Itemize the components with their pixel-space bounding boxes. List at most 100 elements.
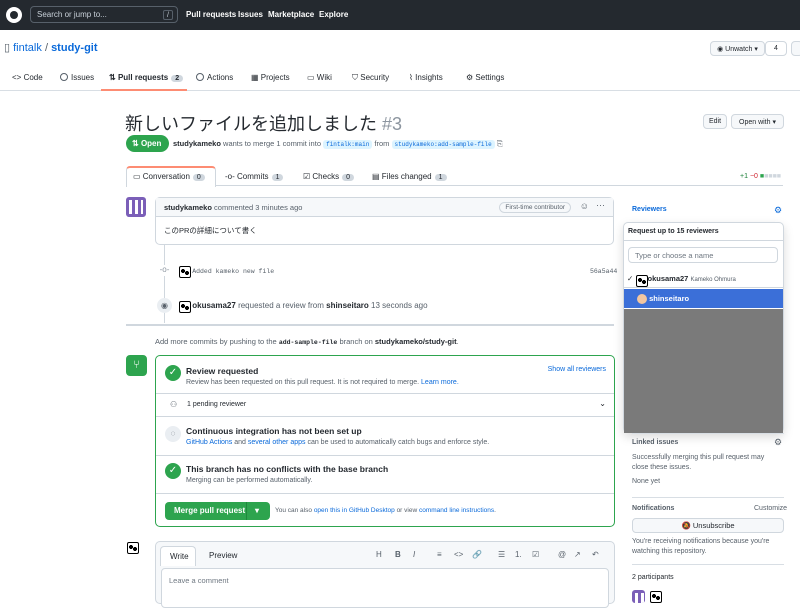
- comment-time[interactable]: commented 3 minutes ago: [214, 203, 302, 212]
- nav-issues[interactable]: Issues: [238, 10, 263, 19]
- event-time[interactable]: 13 seconds ago: [371, 301, 428, 310]
- saved-reply-icon[interactable]: ↶: [592, 550, 599, 559]
- learn-more-link[interactable]: Learn more.: [421, 379, 459, 386]
- push-hint-repo[interactable]: studykameko/study-git: [375, 337, 457, 346]
- tab-checks[interactable]: ☑ Checks 0: [303, 172, 354, 181]
- tab-commits[interactable]: -o- Commits 1: [225, 172, 284, 181]
- other-apps-link[interactable]: several other apps: [248, 439, 306, 446]
- customize-link[interactable]: Customize: [754, 505, 787, 512]
- search-input[interactable]: Search or jump to... /: [30, 6, 178, 23]
- merge-button-label: Merge pull request: [174, 506, 246, 515]
- tab-conversation[interactable]: ▭ Conversation 0: [133, 172, 205, 181]
- mention-icon[interactable]: @: [558, 550, 566, 559]
- tab-actions[interactable]: Actions: [196, 73, 233, 82]
- avatar[interactable]: [649, 590, 662, 603]
- avatar[interactable]: [126, 197, 146, 217]
- write-tab[interactable]: Write: [160, 546, 196, 566]
- star-button[interactable]: [791, 41, 800, 56]
- copy-icon[interactable]: ⎘: [497, 139, 503, 148]
- bold-icon[interactable]: B: [395, 550, 401, 559]
- participants-label: 2 participants: [632, 574, 674, 581]
- tab-wiki[interactable]: ▭ Wiki: [307, 73, 332, 82]
- task-list-icon[interactable]: ☑: [532, 550, 539, 559]
- tab-security[interactable]: ⛉ Security: [352, 73, 389, 83]
- review-title: Review requested: [186, 366, 259, 376]
- event-actor[interactable]: okusama27: [192, 301, 236, 310]
- tab-settings[interactable]: ⚙ Settings: [466, 73, 504, 82]
- sidebar-divider: [632, 564, 784, 565]
- head-branch[interactable]: studykameko:add-sample-file: [391, 140, 495, 149]
- tab-insights[interactable]: ⌇ Insights: [409, 73, 443, 82]
- diffstat-removed: −0: [749, 173, 758, 180]
- chevron-down-icon[interactable]: ⌄: [599, 399, 606, 408]
- tab-projects[interactable]: ▦ Projects: [251, 73, 290, 82]
- heading-icon[interactable]: H: [376, 550, 382, 559]
- base-branch[interactable]: fintalk:main: [323, 140, 373, 149]
- reviewer-search-input[interactable]: Type or choose a name: [628, 247, 778, 263]
- comment-author[interactable]: studykameko: [164, 203, 212, 212]
- tab-issues[interactable]: Issues: [60, 73, 94, 82]
- pr-meta: studykameko wants to merge 1 commit into…: [173, 139, 503, 149]
- tab-commits-label: Commits: [237, 172, 269, 181]
- repo-name-link[interactable]: study-git: [51, 42, 97, 54]
- nav-marketplace[interactable]: Marketplace: [268, 10, 314, 19]
- gear-icon[interactable]: ⚙: [774, 205, 782, 216]
- tab-files-changed-label: Files changed: [381, 172, 432, 181]
- nav-pull-requests[interactable]: Pull requests: [186, 10, 236, 19]
- italic-icon[interactable]: I: [413, 550, 415, 559]
- tab-pull-requests[interactable]: ⇅ Pull requests 2: [109, 73, 184, 82]
- caret-down-icon[interactable]: ▾: [255, 506, 259, 515]
- repo-icon: ▯: [4, 42, 11, 54]
- reference-icon[interactable]: ↗: [574, 550, 581, 559]
- merge-pull-request-button[interactable]: Merge pull request ▾: [165, 502, 270, 520]
- unwatch-button[interactable]: ◉ Unwatch ▾: [710, 41, 765, 56]
- nav-explore[interactable]: Explore: [319, 10, 348, 19]
- tab-issues-label: Issues: [71, 73, 95, 82]
- tab-files-changed[interactable]: ▤ Files changed 1: [372, 172, 447, 181]
- commit-message[interactable]: Added kameko new file: [192, 268, 274, 275]
- pr-author-link[interactable]: studykameko: [173, 139, 221, 148]
- ci-row: ◌ Continuous integration has not been se…: [156, 417, 614, 456]
- show-all-reviewers-link[interactable]: Show all reviewers: [548, 366, 606, 373]
- notifications-label: Notifications: [632, 505, 675, 512]
- avatar: [635, 274, 649, 288]
- ci-and: and: [234, 439, 246, 446]
- bullet-list-icon[interactable]: ☰: [498, 550, 505, 559]
- ci-desc-line: GitHub Actions and several other apps ca…: [186, 439, 489, 446]
- github-logo-icon[interactable]: [6, 7, 22, 23]
- reviewers-label[interactable]: Reviewers: [632, 206, 667, 213]
- github-actions-link[interactable]: GitHub Actions: [186, 439, 232, 446]
- dropdown-divider: [624, 240, 783, 241]
- gear-icon[interactable]: ⚙: [774, 437, 782, 448]
- open-with-button[interactable]: Open with ▾: [731, 114, 784, 129]
- event-target[interactable]: shinseitaro: [326, 301, 369, 310]
- pull-request-icon: ⇅: [132, 139, 139, 148]
- avatar[interactable]: [178, 265, 191, 278]
- kebab-menu-icon[interactable]: ···: [596, 200, 605, 210]
- avatar[interactable]: [632, 590, 645, 603]
- code-icon[interactable]: <>: [454, 550, 463, 559]
- comment-textarea[interactable]: Leave a comment: [161, 568, 609, 608]
- pending-reviewer-row[interactable]: ⚇ 1 pending reviewer ⌄: [156, 394, 614, 417]
- reviewers-dropdown: Request up to 15 reviewers Type or choos…: [623, 222, 784, 433]
- link-icon[interactable]: 🔗: [472, 550, 482, 559]
- avatar[interactable]: [126, 541, 146, 561]
- reviewer-option-shinseitaro[interactable]: shinseitaro: [624, 289, 783, 308]
- avatar[interactable]: [178, 300, 191, 313]
- quote-icon[interactable]: ≡: [437, 550, 442, 559]
- tab-code[interactable]: <> Code: [12, 73, 43, 82]
- command-line-link[interactable]: command line instructions: [419, 507, 494, 514]
- breadcrumb-separator: /: [44, 42, 48, 54]
- smiley-icon[interactable]: ☺: [580, 201, 589, 211]
- commit-sha[interactable]: 56a5a44: [590, 268, 617, 275]
- preview-tab[interactable]: Preview: [209, 551, 237, 560]
- tab-projects-label: Projects: [260, 73, 290, 82]
- checklist-icon: ☑: [303, 172, 313, 181]
- edit-button[interactable]: Edit: [703, 114, 727, 129]
- reviewer-option-okusama27[interactable]: ✓ okusama27 Kameko Ohmura: [624, 269, 783, 288]
- numbered-list-icon[interactable]: 1.: [515, 550, 522, 559]
- repo-owner-link[interactable]: fintalk: [13, 42, 42, 54]
- open-desktop-link[interactable]: open this in GitHub Desktop: [314, 507, 395, 514]
- watch-count[interactable]: 4: [765, 41, 787, 56]
- unsubscribe-button[interactable]: 🔕 Unsubscribe: [632, 518, 784, 533]
